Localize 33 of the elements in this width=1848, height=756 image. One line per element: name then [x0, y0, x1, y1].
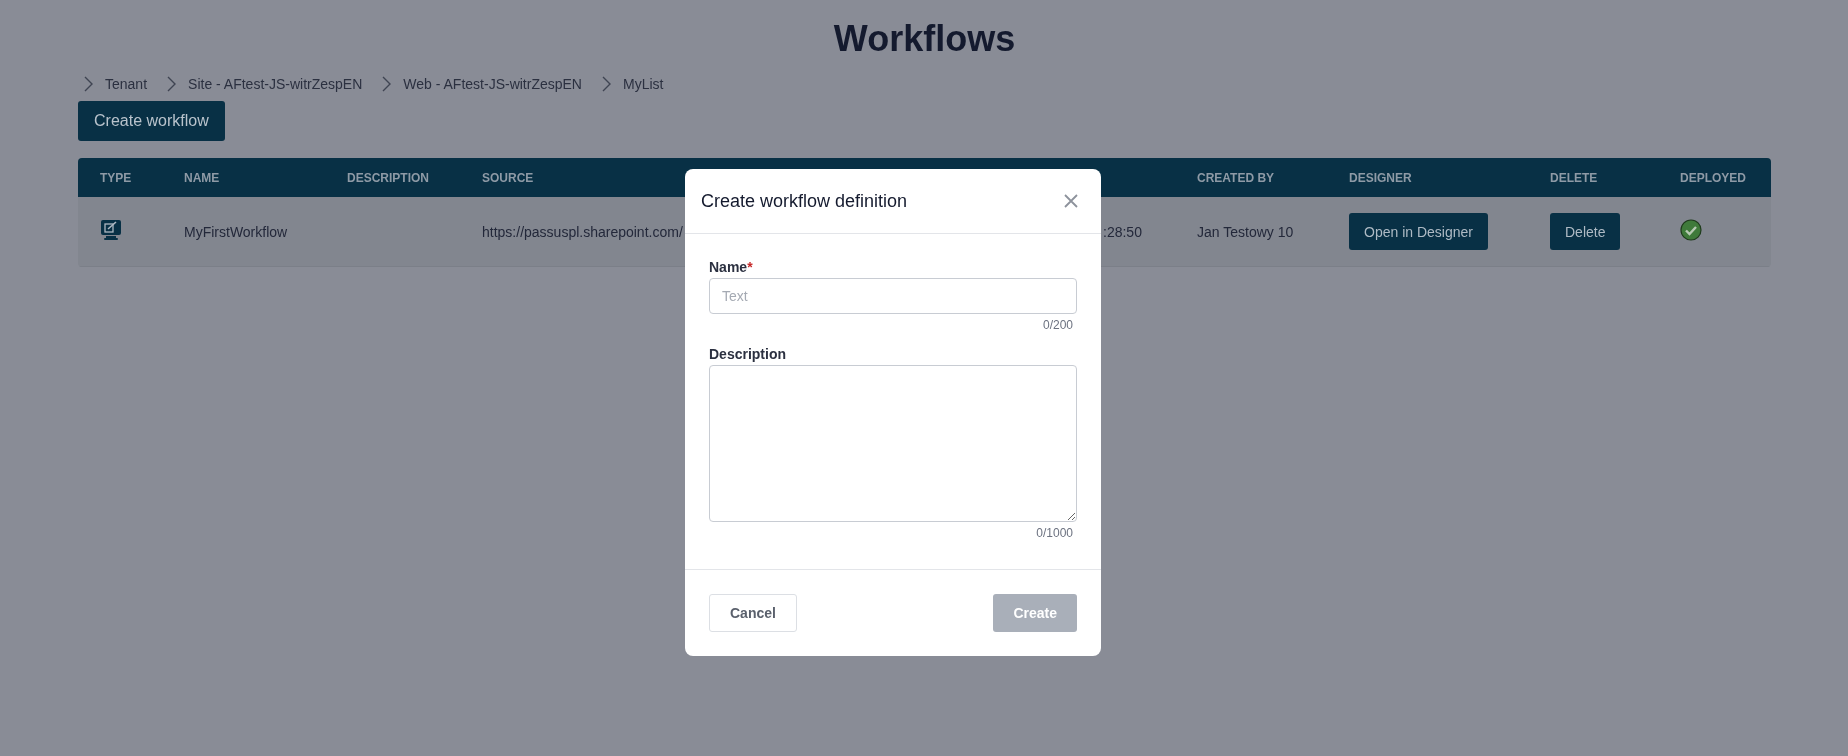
- breadcrumb-link[interactable]: MyList: [623, 76, 664, 92]
- breadcrumb-link[interactable]: Web - AFtest-JS-witrZespEN: [403, 76, 582, 92]
- page-title: Workflows: [832, 17, 1017, 61]
- column-header: DESCRIPTION: [347, 170, 429, 185]
- name-field[interactable]: Text: [709, 278, 1077, 314]
- chevron-right-icon: [167, 76, 177, 92]
- open-in-designer-button[interactable]: Open in Designer: [1349, 213, 1488, 250]
- column-header: DELETE: [1550, 170, 1598, 185]
- chevron-right-icon: [84, 76, 93, 92]
- monitor-edit-icon: [100, 218, 122, 241]
- delete-button[interactable]: Delete: [1550, 213, 1621, 250]
- timestamp: :28:50: [1103, 223, 1142, 240]
- breadcrumb-link[interactable]: Site - AFtest-JS-witrZespEN: [188, 76, 363, 92]
- field-label: Name*: [709, 259, 754, 275]
- character-counter: 0/200: [1042, 318, 1073, 332]
- field-label: Description: [709, 346, 787, 362]
- chevron-right-icon: [382, 76, 392, 92]
- column-header: TYPE: [100, 170, 132, 185]
- description-field[interactable]: [709, 365, 1077, 522]
- dialog-title: Create workflow definition: [701, 190, 908, 212]
- column-header: DESIGNER: [1349, 170, 1412, 185]
- cancel-button[interactable]: Cancel: [709, 594, 797, 632]
- column-header: NAME: [184, 170, 220, 185]
- source-url: https://passuspl.sharepoint.com/: [482, 223, 683, 240]
- created-by: Jan Testowy 10: [1197, 223, 1294, 240]
- breadcrumb-link[interactable]: Tenant: [105, 76, 148, 92]
- create-workflow-button[interactable]: Create workflow: [78, 101, 225, 141]
- column-header: CREATED BY: [1197, 170, 1275, 185]
- workflow-name: MyFirstWorkflow: [184, 223, 288, 240]
- character-counter: 0/1000: [1036, 526, 1073, 540]
- column-header: DEPLOYED: [1680, 170, 1746, 185]
- column-header: SOURCE: [482, 170, 534, 185]
- chevron-right-icon: [602, 76, 611, 92]
